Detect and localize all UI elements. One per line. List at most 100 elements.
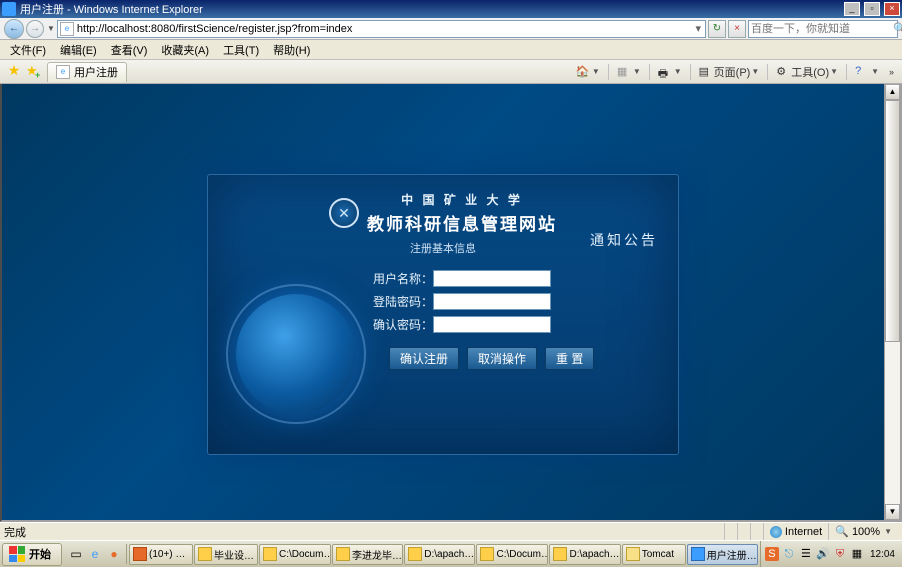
ie-icon	[691, 547, 705, 561]
confirm-password-input[interactable]	[433, 316, 551, 333]
tray-volume-icon[interactable]: 🔊	[816, 547, 830, 561]
tools-menu-button[interactable]: ⚙工具(O)▼	[772, 61, 842, 83]
status-bar: 完成 Internet 🔍100%▼	[0, 522, 902, 540]
task-button[interactable]: D:\apach…	[549, 544, 620, 565]
page-content: ✕ 中 国 矿 业 大 学 教师科研信息管理网站 注册基本信息 通知公告 用户名…	[2, 84, 884, 520]
browser-tab[interactable]: e 用户注册	[47, 62, 127, 82]
vertical-scrollbar[interactable]: ▲ ▼	[884, 84, 900, 520]
search-field[interactable]: 🔍	[748, 20, 898, 38]
url-dropdown[interactable]: ▾	[693, 22, 703, 35]
register-panel: ✕ 中 国 矿 业 大 学 教师科研信息管理网站 注册基本信息 通知公告 用户名…	[207, 174, 679, 455]
chevrons-button[interactable]: »	[885, 64, 898, 80]
task-button[interactable]: 毕业设…	[194, 544, 258, 565]
page-menu-icon: ▤	[699, 65, 713, 79]
scroll-track[interactable]	[885, 100, 900, 504]
stop-button[interactable]: ×	[728, 20, 746, 38]
print-button[interactable]: 🖶▼	[654, 62, 686, 82]
tray-icon[interactable]: S	[765, 547, 779, 561]
separator	[846, 64, 847, 80]
home-button[interactable]: 🏠▼	[572, 62, 604, 82]
confirm-password-label: 确认密码：	[371, 316, 433, 333]
tab-page-icon: e	[56, 65, 70, 79]
windows-logo-icon	[9, 546, 25, 562]
add-favorite-button[interactable]	[24, 62, 44, 82]
gear-icon: ⚙	[776, 65, 790, 79]
zoom-icon: 🔍	[835, 525, 849, 538]
menu-view[interactable]: 查看(V)	[105, 40, 154, 60]
address-field[interactable]: e ▾	[57, 20, 706, 38]
tray-network-icon[interactable]: ⎋	[782, 547, 796, 561]
menu-help[interactable]: 帮助(H)	[267, 40, 316, 60]
tray-shield-icon[interactable]: ⛨	[833, 547, 847, 561]
tray-icon[interactable]: ☰	[799, 547, 813, 561]
security-zone[interactable]: Internet	[763, 523, 828, 540]
register-form: 用户名称： 登陆密码： 确认密码： 确认注册 取消操作 重 置	[361, 264, 660, 424]
separator	[767, 64, 768, 80]
navigation-bar: ← → ▼ e ▾ ↻ × 🔍	[0, 18, 902, 40]
window-buttons: _ ▫ ×	[843, 2, 900, 16]
separator	[690, 64, 691, 80]
nav-history-dropdown[interactable]: ▼	[47, 24, 55, 33]
task-button[interactable]: D:\apach…	[404, 544, 475, 565]
task-button[interactable]: C:\Docum…	[259, 544, 331, 565]
quick-launch: ▭ e ●	[64, 544, 127, 564]
help-button[interactable]: ?▼	[851, 62, 883, 82]
folder-icon	[553, 547, 567, 561]
favorites-center-button[interactable]: ★	[4, 62, 24, 82]
restore-button[interactable]: ▫	[864, 2, 880, 16]
app-icon	[133, 547, 147, 561]
back-button[interactable]: ←	[4, 19, 24, 39]
username-input[interactable]	[433, 270, 551, 287]
menu-tools[interactable]: 工具(T)	[217, 40, 265, 60]
task-buttons: (10+) … 毕业设… C:\Docum… 李进龙毕… D:\apach… C…	[127, 544, 760, 565]
scroll-down-button[interactable]: ▼	[885, 504, 900, 520]
ie-icon	[2, 2, 16, 16]
separator	[608, 64, 609, 80]
forward-button[interactable]: →	[26, 20, 44, 38]
clock[interactable]: 12:04	[867, 549, 898, 560]
zoom-control[interactable]: 🔍100%▼	[828, 523, 898, 540]
reset-button[interactable]: 重 置	[545, 347, 594, 370]
username-label: 用户名称：	[371, 270, 433, 287]
window-title: 用户注册 - Windows Internet Explorer	[20, 1, 203, 17]
ql-firefox-button[interactable]: ●	[105, 544, 123, 564]
page-viewport: ✕ 中 国 矿 业 大 学 教师科研信息管理网站 注册基本信息 通知公告 用户名…	[0, 84, 902, 522]
status-cell	[750, 523, 763, 540]
password-input[interactable]	[433, 293, 551, 310]
status-text: 完成	[4, 524, 26, 540]
internet-zone-icon	[770, 526, 782, 538]
status-cell	[737, 523, 750, 540]
university-name: 中 国 矿 业 大 学	[367, 191, 557, 208]
task-button[interactable]: Tomcat	[622, 544, 686, 565]
search-input[interactable]	[751, 23, 893, 35]
task-button[interactable]: C:\Docum…	[476, 544, 548, 565]
separator	[649, 64, 650, 80]
menu-favorites[interactable]: 收藏夹(A)	[155, 40, 215, 60]
password-label: 登陆密码：	[371, 293, 433, 310]
url-input[interactable]	[77, 22, 694, 36]
folder-icon	[408, 547, 422, 561]
search-icon[interactable]: 🔍	[893, 22, 902, 35]
page-menu-button[interactable]: ▤页面(P)▼	[695, 61, 764, 83]
show-desktop-button[interactable]: ▭	[67, 544, 85, 564]
decorative-art	[226, 264, 361, 424]
menu-file[interactable]: 文件(F)	[4, 40, 52, 60]
cancel-button[interactable]: 取消操作	[467, 347, 537, 370]
system-tray: S ⎋ ☰ 🔊 ⛨ ▦ 12:04	[760, 541, 902, 567]
scroll-up-button[interactable]: ▲	[885, 84, 900, 100]
menu-edit[interactable]: 编辑(E)	[54, 40, 103, 60]
minimize-button[interactable]: _	[844, 2, 860, 16]
refresh-button[interactable]: ↻	[708, 20, 726, 38]
start-button[interactable]: 开始	[2, 543, 62, 566]
close-button[interactable]: ×	[884, 2, 900, 16]
submit-button[interactable]: 确认注册	[389, 347, 459, 370]
task-button[interactable]: 李进龙毕…	[332, 544, 403, 565]
feeds-button[interactable]: ▦▼	[613, 62, 645, 82]
task-button-active[interactable]: 用户注册…	[687, 544, 758, 565]
ql-ie-button[interactable]: e	[86, 544, 104, 564]
tray-icon[interactable]: ▦	[850, 547, 864, 561]
task-button[interactable]: (10+) …	[129, 544, 193, 565]
university-logo: ✕	[329, 198, 359, 228]
scroll-thumb[interactable]	[885, 100, 900, 342]
site-name: 教师科研信息管理网站	[367, 210, 557, 235]
